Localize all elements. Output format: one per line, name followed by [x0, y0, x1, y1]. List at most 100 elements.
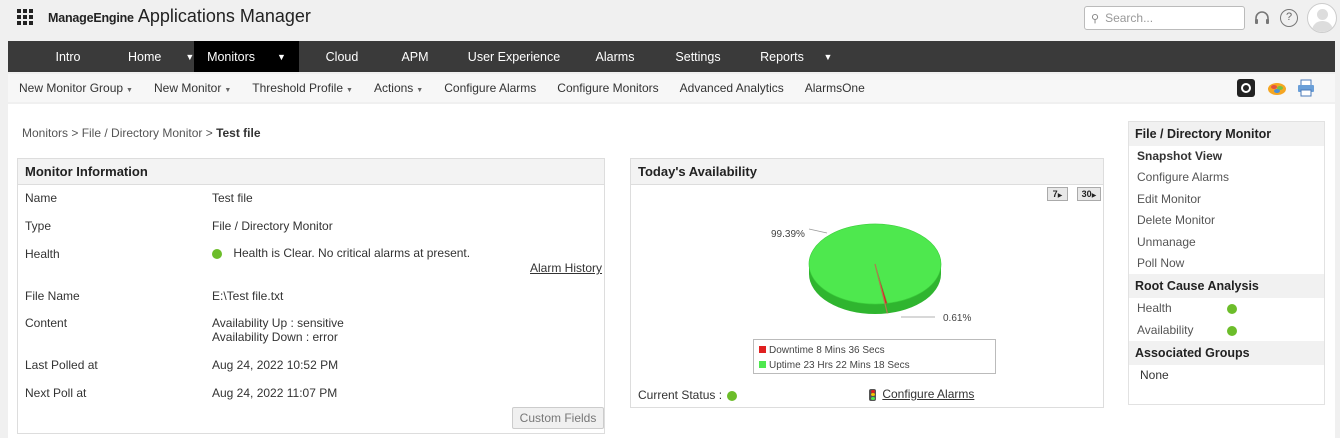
- chevron-down-icon[interactable]: ▼: [277, 52, 286, 62]
- next-poll-value: Aug 24, 2022 11:07 PM: [212, 386, 338, 400]
- theme-icon[interactable]: [1267, 79, 1286, 97]
- brand-logo[interactable]: ManageEngine Applications Manager: [48, 6, 311, 27]
- caret-down-icon: ▼: [126, 87, 133, 94]
- caret-down-icon: ▼: [346, 87, 353, 94]
- nav-user-experience[interactable]: User Experience: [445, 41, 583, 72]
- sub-nav: New Monitor Group ▼ New Monitor ▼ Threshol…: [8, 74, 1335, 102]
- brand-prefix: ManageEngine: [48, 11, 134, 25]
- content-label: Content: [25, 316, 68, 330]
- nav-label: Monitors: [207, 49, 255, 64]
- caret-down-icon: ▼: [416, 87, 424, 94]
- right-sidebar: File / Directory Monitor Snapshot View C…: [1128, 121, 1325, 405]
- alarm-history-link[interactable]: Alarm History: [530, 261, 602, 275]
- help-icon[interactable]: ?: [1280, 9, 1298, 27]
- uptime-pct-label: 99.39%: [771, 229, 805, 240]
- current-status: Current Status :: [638, 388, 738, 402]
- app-grid-icon[interactable]: [17, 9, 35, 25]
- nav-label: User Experience: [467, 49, 561, 64]
- nav-reports-caret[interactable]: ▼: [815, 41, 835, 72]
- monitor-info-panel: Monitor Information Name Test file Type …: [17, 158, 605, 434]
- downtime-pct-label: 0.61%: [943, 313, 971, 324]
- chart-legend: Downtime 8 Mins 36 Secs Uptime 23 Hrs 22…: [753, 339, 996, 374]
- content-area: Monitors > File / Directory Monitor > Te…: [8, 104, 1335, 438]
- custom-fields-button[interactable]: Custom Fields: [512, 407, 604, 429]
- headset-icon[interactable]: [1253, 9, 1271, 27]
- print-icon[interactable]: [1297, 79, 1315, 97]
- rca-health-row[interactable]: Health: [1129, 298, 1324, 319]
- breadcrumb-path[interactable]: Monitors > File / Directory Monitor >: [22, 126, 216, 140]
- subnav-label: New Monitor Group: [19, 81, 124, 95]
- subnav-actions[interactable]: Actions ▼: [374, 81, 423, 95]
- sidebar-item-poll-now[interactable]: Poll Now: [1129, 253, 1324, 274]
- subnav-new-monitor-group[interactable]: New Monitor Group ▼: [19, 81, 133, 95]
- breadcrumb-current: Test file: [216, 126, 261, 140]
- subnav-alarmsone[interactable]: AlarmsOne: [805, 81, 865, 95]
- file-name-value: E:\Test file.txt: [212, 289, 284, 303]
- configure-alarms-text: Configure Alarms: [882, 387, 975, 401]
- uptime-swatch: [759, 361, 766, 368]
- search-input[interactable]: ⚲ Search...: [1084, 6, 1245, 30]
- nav-label: Intro: [55, 49, 81, 64]
- nav-apm[interactable]: APM: [385, 41, 445, 72]
- health-value-row: Health is Clear. No critical alarms at p…: [212, 246, 470, 260]
- sidebar-title-file-monitor: File / Directory Monitor: [1129, 122, 1324, 146]
- name-label: Name: [25, 191, 58, 205]
- app-name: Applications Manager: [137, 6, 311, 26]
- rca-health-icon: [1227, 304, 1237, 315]
- subnav-label: Configure Monitors: [557, 81, 659, 95]
- top-bar: ManageEngine Applications Manager ⚲ Sear…: [0, 0, 1340, 40]
- nav-settings[interactable]: Settings: [647, 41, 749, 72]
- nav-label: Alarms: [595, 49, 635, 64]
- subnav-advanced-analytics[interactable]: Advanced Analytics: [680, 81, 784, 95]
- subnav-new-monitor[interactable]: New Monitor ▼: [154, 81, 231, 95]
- nav-reports[interactable]: Reports: [749, 41, 815, 72]
- current-status-label: Current Status :: [638, 388, 723, 402]
- last-polled-value: Aug 24, 2022 10:52 PM: [212, 358, 339, 372]
- sidebar-item-delete-monitor[interactable]: Delete Monitor: [1129, 210, 1324, 231]
- search-placeholder: Search...: [1105, 11, 1154, 25]
- sidebar-item-edit-monitor[interactable]: Edit Monitor: [1129, 189, 1324, 210]
- subnav-label: Actions: [373, 81, 414, 95]
- uptime-legend-text: Uptime 23 Hrs 22 Mins 18 Secs: [769, 360, 910, 371]
- sidebar-item-unmanage[interactable]: Unmanage: [1129, 232, 1324, 253]
- legend-downtime: Downtime 8 Mins 36 Secs: [759, 345, 885, 356]
- subnav-configure-alarms[interactable]: Configure Alarms: [444, 81, 536, 95]
- sidebar-title-rca: Root Cause Analysis: [1129, 274, 1324, 299]
- traffic-light-icon: [869, 388, 876, 401]
- health-status-icon: [212, 248, 222, 259]
- downtime-legend-text: Downtime 8 Mins 36 Secs: [769, 345, 885, 356]
- nav-label: Cloud: [325, 49, 359, 64]
- breadcrumb: Monitors > File / Directory Monitor > Te…: [22, 126, 261, 140]
- gear-icon[interactable]: [1237, 79, 1255, 97]
- sidebar-item-snapshot-view[interactable]: Snapshot View: [1129, 146, 1324, 167]
- rca-availability-label: Availability: [1137, 322, 1194, 337]
- subnav-label: AlarmsOne: [804, 81, 865, 95]
- nav-alarms[interactable]: Alarms: [583, 41, 647, 72]
- legend-uptime: Uptime 23 Hrs 22 Mins 18 Secs: [759, 360, 910, 371]
- nav-monitors[interactable]: Monitors ▼: [194, 41, 299, 72]
- subnav-label: Configure Alarms: [444, 81, 537, 95]
- sidebar-item-configure-alarms[interactable]: Configure Alarms: [1129, 167, 1324, 188]
- chevron-down-icon[interactable]: ▼: [185, 52, 194, 62]
- subnav-label: Threshold Profile: [252, 81, 343, 95]
- subnav-threshold-profile[interactable]: Threshold Profile ▼: [252, 81, 353, 95]
- avatar[interactable]: [1307, 3, 1337, 33]
- content-up-value: Availability Up : sensitive: [212, 316, 344, 330]
- rca-availability-icon: [1227, 325, 1237, 336]
- subnav-configure-monitors[interactable]: Configure Monitors: [557, 81, 658, 95]
- status-icon: [727, 390, 738, 401]
- sidebar-title-groups: Associated Groups: [1129, 341, 1324, 366]
- subnav-label: New Monitor: [153, 81, 222, 95]
- nav-label: Settings: [675, 49, 721, 64]
- nav-cloud[interactable]: Cloud: [299, 41, 385, 72]
- configure-alarms-link[interactable]: Configure Alarms: [869, 387, 974, 401]
- chevron-down-icon: ▼: [823, 51, 833, 62]
- nav-intro[interactable]: Intro: [8, 41, 128, 72]
- rca-availability-row[interactable]: Availability: [1129, 320, 1324, 341]
- nav-home[interactable]: Home ▼: [128, 41, 194, 72]
- availability-title: Today's Availability: [631, 159, 1103, 185]
- next-poll-label: Next Poll at: [25, 386, 87, 400]
- search-icon: ⚲: [1091, 12, 1100, 25]
- subnav-label: Advanced Analytics: [679, 81, 784, 95]
- nav-label: APM: [401, 49, 429, 64]
